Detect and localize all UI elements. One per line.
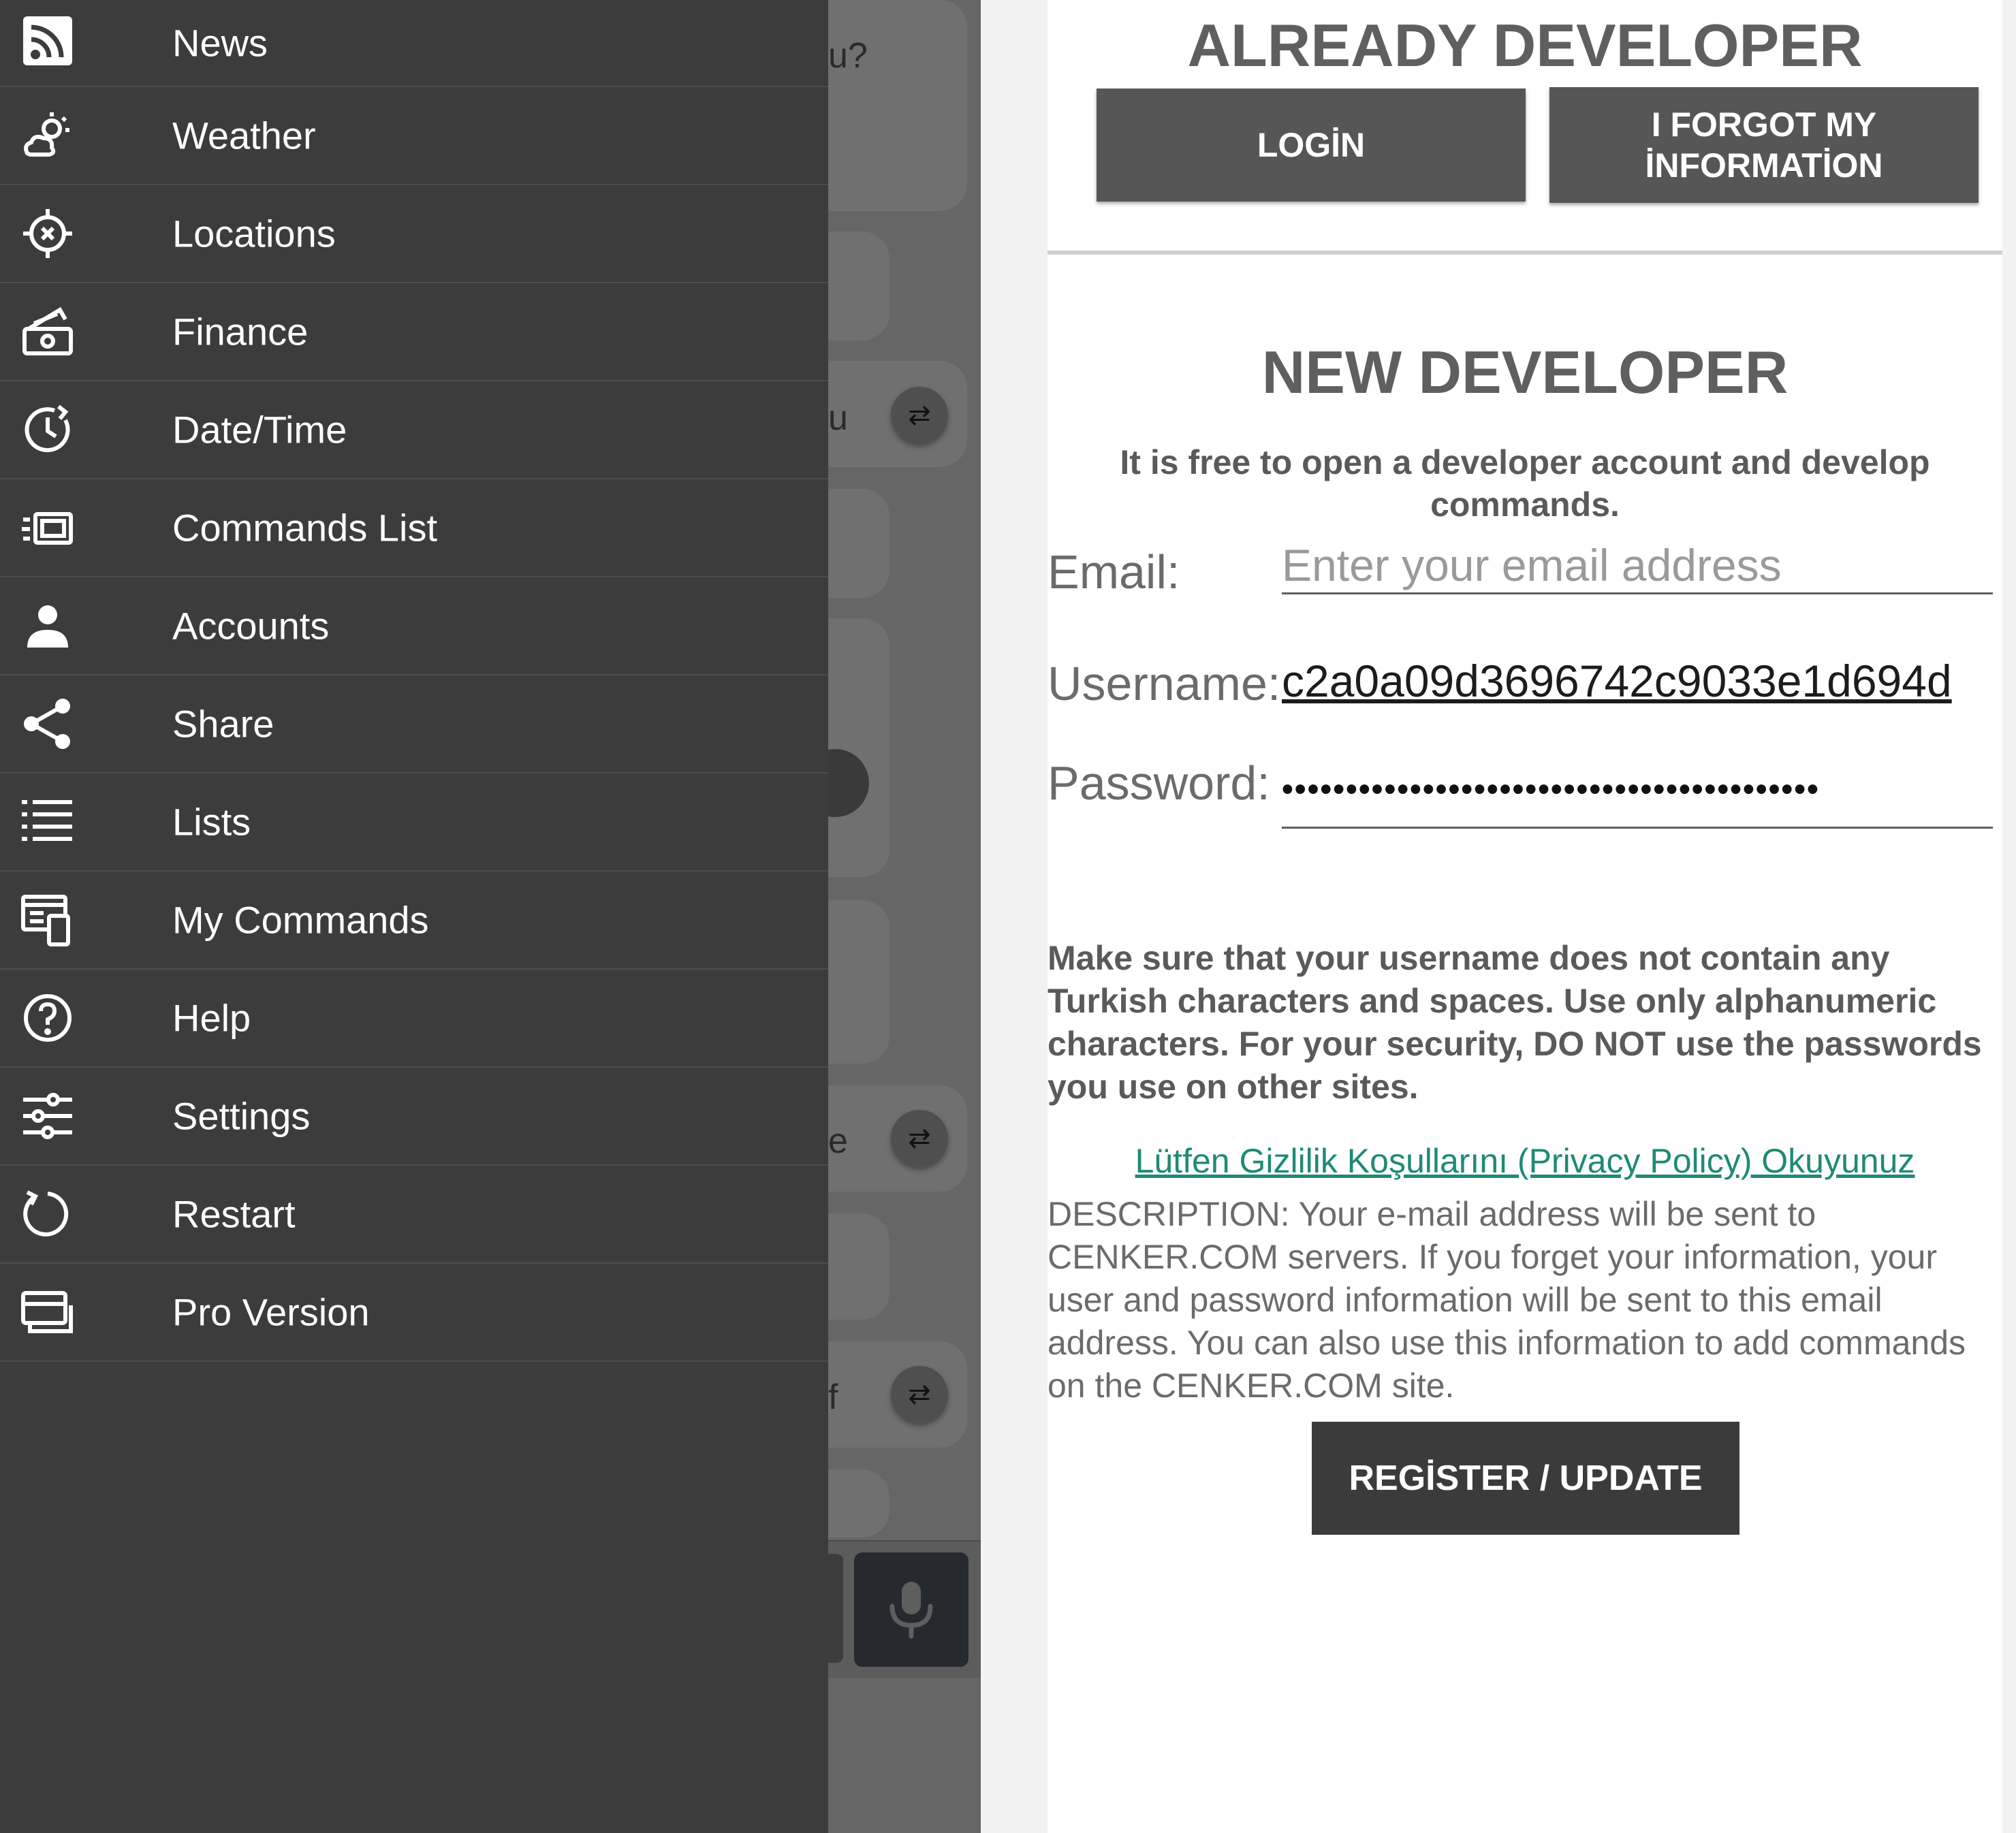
menu-label-locations: Locations [172, 212, 336, 255]
share-icon [20, 697, 75, 751]
login-button[interactable]: LOGİN [1097, 89, 1526, 202]
menu-label-my-commands: My Commands [172, 898, 429, 942]
pro-version-icon [20, 1285, 75, 1339]
microphone-button[interactable] [854, 1552, 968, 1667]
app-screen-with-drawer: u? u ⇄ e ⇄ f ⇄ News Weather Locations Fi… [0, 0, 981, 1833]
menu-label-weather: Weather [172, 114, 316, 157]
password-label: Password: [1048, 756, 1270, 810]
username-field[interactable]: c2a0a09d3696742c9033e1d694d [1282, 655, 1952, 707]
email-label: Email: [1048, 545, 1180, 599]
menu-item-locations[interactable]: Locations [0, 185, 828, 283]
menu-item-accounts[interactable]: Accounts [0, 577, 828, 675]
chat-input-field[interactable] [828, 1554, 843, 1663]
menu-label-news: News [172, 21, 268, 65]
menu-item-pro-version[interactable]: Pro Version [0, 1264, 828, 1362]
menu-label-lists: Lists [172, 800, 251, 844]
menu-item-finance[interactable]: Finance [0, 283, 828, 381]
forgot-button-line1: I FORGOT MY [1651, 106, 1877, 144]
menu-label-restart: Restart [172, 1192, 296, 1236]
swap-direction-button[interactable]: ⇄ [891, 1366, 948, 1423]
menu-item-commands-list[interactable]: Commands List [0, 479, 828, 577]
swap-direction-button[interactable]: ⇄ [891, 387, 948, 444]
chat-text-fragment: u? [828, 36, 868, 76]
money-icon [20, 304, 75, 359]
register-button-label: REGİSTER / UPDATE [1349, 1459, 1703, 1498]
menu-label-pro-version: Pro Version [172, 1290, 370, 1334]
menu-item-settings[interactable]: Settings [0, 1068, 828, 1166]
forgot-button-line2: İNFORMATİON [1645, 146, 1883, 185]
chat-text-fragment: f [828, 1377, 838, 1417]
list-icon [20, 795, 75, 849]
developer-panel: ALREADY DEVELOPER LOGİN I FORGOT MY İNFO… [1048, 0, 2002, 1833]
help-icon [20, 991, 75, 1045]
login-button-label: LOGİN [1257, 126, 1366, 164]
chat-text-fragment: u [828, 398, 848, 438]
rss-icon [20, 14, 75, 68]
menu-item-news[interactable]: News [0, 0, 828, 87]
menu-label-finance: Finance [172, 310, 309, 353]
clock-icon [20, 402, 75, 457]
menu-label-settings: Settings [172, 1094, 311, 1138]
weather-icon [20, 108, 75, 163]
menu-label-share: Share [172, 702, 274, 746]
menu-label-accounts: Accounts [172, 604, 330, 648]
person-icon [20, 599, 75, 653]
new-developer-title: NEW DEVELOPER [1261, 338, 1789, 406]
menu-item-datetime[interactable]: Date/Time [0, 381, 828, 479]
section-divider [1048, 251, 2002, 255]
swap-direction-button[interactable]: ⇄ [891, 1110, 948, 1167]
password-field[interactable]: ••••••••••••••••••••••••••••••••••••••••… [1282, 771, 1993, 808]
menu-item-weather[interactable]: Weather [0, 87, 828, 185]
menu-item-lists[interactable]: Lists [0, 774, 828, 872]
register-update-button[interactable]: REGİSTER / UPDATE [1312, 1422, 1739, 1535]
description-text: DESCRIPTION: Your e-mail address will be… [1048, 1195, 1966, 1405]
privacy-policy-link[interactable]: Lütfen Gizlilik Koşullarını (Privacy Pol… [1048, 1141, 2002, 1181]
microphone-icon [889, 1582, 933, 1639]
menu-item-my-commands[interactable]: My Commands [0, 872, 828, 970]
restart-icon [20, 1187, 75, 1241]
username-label: Username: [1048, 657, 1281, 710]
free-account-text: It is free to open a developer account a… [1120, 443, 1930, 524]
navigation-drawer: News Weather Locations Finance Date/Time [0, 0, 828, 1833]
already-developer-title: ALREADY DEVELOPER [1187, 12, 1863, 79]
password-underline [1282, 827, 1993, 829]
developer-account-screen: ALREADY DEVELOPER LOGİN I FORGOT MY İNFO… [981, 0, 2016, 1833]
menu-item-share[interactable]: Share [0, 675, 828, 774]
email-field[interactable] [1282, 541, 1993, 594]
commands-list-icon [20, 500, 75, 555]
forgot-information-button[interactable]: I FORGOT MY İNFORMATİON [1549, 87, 1979, 203]
menu-item-help[interactable]: Help [0, 970, 828, 1068]
sliders-icon [20, 1089, 75, 1143]
menu-label-help: Help [172, 996, 251, 1040]
menu-label-datetime: Date/Time [172, 408, 347, 451]
menu-item-restart[interactable]: Restart [0, 1166, 828, 1264]
username-warning-text: Make sure that your username does not co… [1048, 939, 1982, 1106]
my-commands-icon [20, 893, 75, 947]
menu-label-commands-list: Commands List [172, 506, 438, 549]
chat-text-fragment: e [828, 1121, 848, 1161]
location-target-icon [20, 206, 75, 261]
